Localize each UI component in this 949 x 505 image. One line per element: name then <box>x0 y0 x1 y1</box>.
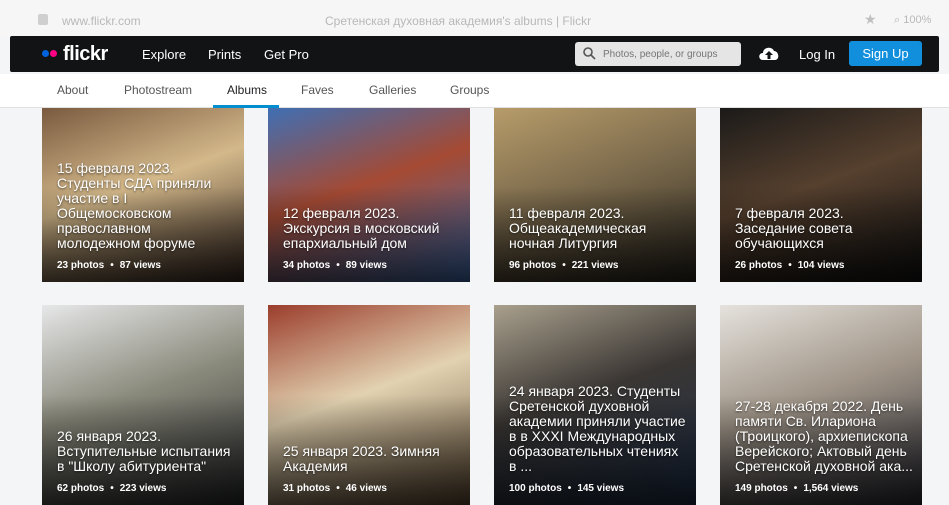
photo-count: 96 photos <box>509 260 557 271</box>
search-box[interactable] <box>575 42 741 66</box>
view-count: 1,564 views <box>803 483 859 494</box>
stats-separator: • <box>788 260 792 271</box>
login-link[interactable]: Log In <box>799 47 835 62</box>
photo-count: 149 photos <box>735 483 788 494</box>
album-title: 7 февраля 2023. Заседание совета обучающ… <box>735 205 853 251</box>
nav-explore[interactable]: Explore <box>142 47 186 62</box>
flickr-header: flickr Explore Prints Get Pro Log In Sig… <box>10 36 939 72</box>
nav-prints[interactable]: Prints <box>208 47 241 62</box>
album-card[interactable]: 7 февраля 2023. Заседание совета обучающ… <box>720 108 922 282</box>
stats-separator: • <box>793 483 798 494</box>
zoom-value: 100% <box>903 14 932 26</box>
search-input[interactable] <box>603 46 733 62</box>
pink-dot <box>50 50 57 57</box>
album-card[interactable]: 25 января 2023. Зимняя Академия 31 photo… <box>268 305 470 505</box>
album-stats: 100 photos • 145 views <box>509 483 624 494</box>
photo-count: 26 photos <box>735 260 783 271</box>
album-title: 12 февраля 2023. Экскурсия в московский … <box>283 205 440 251</box>
view-count: 87 views <box>119 260 161 271</box>
zoom-level[interactable]: ⌕ 100% <box>894 14 931 27</box>
album-card[interactable]: 15 февраля 2023. Студенты СДА приняли уч… <box>42 108 244 282</box>
stats-separator: • <box>336 483 340 494</box>
flickr-dots-icon <box>42 50 60 58</box>
album-stats: 26 photos • 104 views <box>735 260 844 271</box>
album-title: 15 февраля 2023. Студенты СДА приняли уч… <box>57 160 212 251</box>
album-card[interactable]: 27-28 декабря 2022. День памяти Св. Илар… <box>720 305 922 505</box>
stats-separator: • <box>110 260 114 271</box>
view-count: 221 views <box>571 260 619 271</box>
stats-separator: • <box>336 260 340 271</box>
stats-separator: • <box>567 483 572 494</box>
tab-about[interactable]: About <box>57 83 88 97</box>
album-stats: 23 photos • 87 views <box>57 260 161 271</box>
view-count: 89 views <box>345 260 387 271</box>
album-stats: 31 photos • 46 views <box>283 483 387 494</box>
album-stats: 96 photos • 221 views <box>509 260 618 271</box>
album-card[interactable]: 11 февраля 2023. Общеакадемическая ночна… <box>494 108 696 282</box>
nav-get-pro[interactable]: Get Pro <box>264 47 309 62</box>
browser-toolbar: www.flickr.com Сретенская духовная акаде… <box>0 0 949 38</box>
tab-albums[interactable]: Albums <box>227 83 267 97</box>
search-icon <box>583 47 596 60</box>
tab-galleries[interactable]: Galleries <box>369 83 416 97</box>
view-count: 104 views <box>797 260 845 271</box>
profile-subnav: About Photostream Albums Faves Galleries… <box>0 74 949 108</box>
view-count: 46 views <box>345 483 387 494</box>
lock-icon <box>38 14 48 25</box>
signup-button[interactable]: Sign Up <box>849 41 922 66</box>
photo-count: 34 photos <box>283 260 331 271</box>
album-title: 11 февраля 2023. Общеакадемическая ночна… <box>509 205 647 251</box>
flickr-logo[interactable]: flickr <box>63 43 108 66</box>
album-title: 26 января 2023. Вступительные испытания … <box>57 428 231 474</box>
stats-separator: • <box>562 260 566 271</box>
album-card[interactable]: 24 января 2023. Студенты Сретенской духо… <box>494 305 696 505</box>
album-stats: 34 photos • 89 views <box>283 260 387 271</box>
view-count: 223 views <box>119 483 167 494</box>
album-title: 25 января 2023. Зимняя Академия <box>283 443 440 474</box>
photo-count: 62 photos <box>57 483 105 494</box>
album-title: 24 января 2023. Студенты Сретенской духо… <box>509 383 686 474</box>
page-tab-title: Сретенская духовная академия's albums | … <box>325 14 592 28</box>
photo-count: 23 photos <box>57 260 105 271</box>
address-bar[interactable]: www.flickr.com <box>62 14 141 28</box>
photo-count: 31 photos <box>283 483 331 494</box>
tab-photostream[interactable]: Photostream <box>124 83 192 97</box>
album-title: 27-28 декабря 2022. День памяти Св. Илар… <box>735 398 913 474</box>
album-stats: 62 photos • 223 views <box>57 483 166 494</box>
view-count: 145 views <box>577 483 625 494</box>
album-card[interactable]: 12 февраля 2023. Экскурсия в московский … <box>268 108 470 282</box>
album-stats: 149 photos • 1,564 views <box>735 483 858 494</box>
blue-dot <box>42 50 49 57</box>
tab-faves[interactable]: Faves <box>301 83 334 97</box>
bookmark-star-icon[interactable]: ★ <box>864 11 877 28</box>
tab-groups[interactable]: Groups <box>450 83 489 97</box>
photo-count: 100 photos <box>509 483 562 494</box>
album-card[interactable]: 26 января 2023. Вступительные испытания … <box>42 305 244 505</box>
stats-separator: • <box>110 483 114 494</box>
upload-cloud-icon[interactable] <box>757 44 781 62</box>
